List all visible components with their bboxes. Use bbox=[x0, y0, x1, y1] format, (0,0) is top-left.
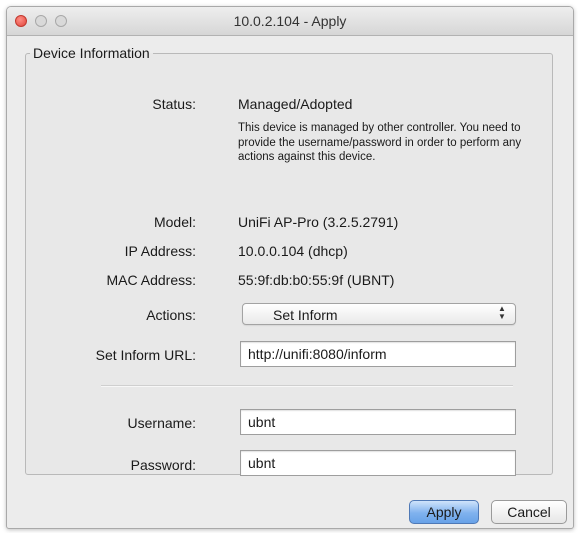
group-legend: Device Information bbox=[33, 45, 150, 61]
password-field[interactable]: ubnt bbox=[240, 450, 516, 476]
model-label: Model: bbox=[153, 214, 196, 230]
ip-address-value: 10.0.0.104 (dhcp) bbox=[238, 243, 348, 259]
actions-label: Actions: bbox=[146, 307, 196, 323]
dialog-window: 10.0.2.104 - Apply Device Information St… bbox=[6, 6, 574, 529]
title-bar[interactable]: 10.0.2.104 - Apply bbox=[7, 7, 573, 36]
password-label: Password: bbox=[130, 457, 196, 473]
window-title: 10.0.2.104 - Apply bbox=[233, 13, 347, 29]
username-label: Username: bbox=[127, 415, 196, 431]
ip-address-label: IP Address: bbox=[124, 243, 196, 259]
status-value: Managed/Adopted bbox=[238, 96, 353, 112]
set-inform-url-field[interactable]: http://unifi:8080/inform bbox=[240, 341, 516, 367]
mac-address-value: 55:9f:db:b0:55:9f (UBNT) bbox=[238, 272, 395, 288]
mac-address-label: MAC Address: bbox=[106, 272, 196, 288]
set-inform-url-value: http://unifi:8080/inform bbox=[248, 346, 387, 362]
set-inform-url-label: Set Inform URL: bbox=[95, 347, 196, 363]
password-value: ubnt bbox=[248, 455, 276, 471]
status-label: Status: bbox=[152, 96, 196, 112]
status-note: This device is managed by other controll… bbox=[238, 122, 522, 163]
model-value: UniFi AP-Pro (3.2.5.2791) bbox=[238, 214, 399, 230]
separator bbox=[101, 385, 513, 387]
actions-select[interactable]: Set Inform ▲ ▼ bbox=[242, 303, 516, 325]
actions-selected-value: Set Inform bbox=[273, 307, 338, 323]
device-information-group: Device Information Status: Managed/Adopt… bbox=[25, 45, 553, 476]
username-field[interactable]: ubnt bbox=[240, 409, 516, 435]
cancel-button[interactable]: Cancel bbox=[491, 500, 567, 524]
username-value: ubnt bbox=[248, 414, 276, 430]
apply-button[interactable]: Apply bbox=[409, 500, 479, 524]
updown-arrows-icon: ▲ ▼ bbox=[498, 304, 506, 321]
